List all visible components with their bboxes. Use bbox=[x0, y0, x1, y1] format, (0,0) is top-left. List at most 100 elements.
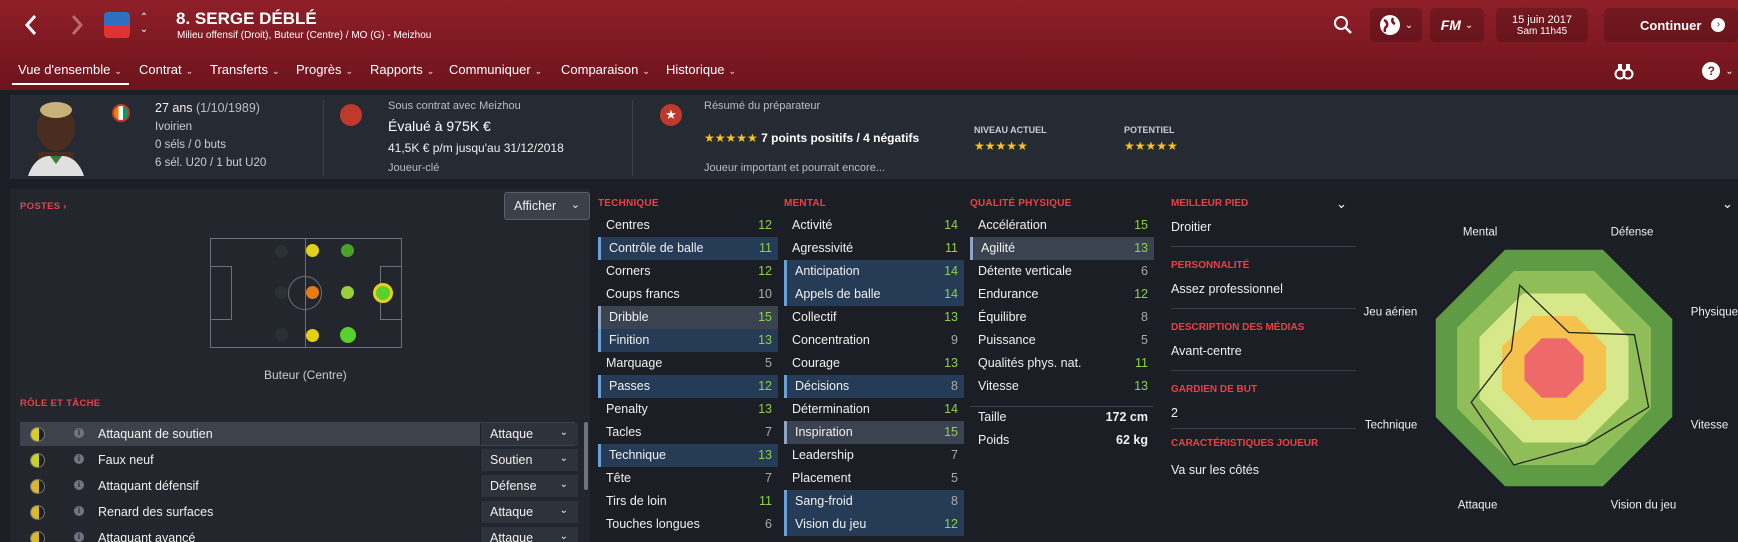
attribute-row[interactable]: Leadership 7 bbox=[784, 444, 964, 467]
radar-axis-label: Vitesse bbox=[1691, 420, 1729, 432]
role-row[interactable]: i Faux neuf Soutien ⌄ bbox=[20, 448, 578, 472]
attribute-row[interactable]: Activité 14 bbox=[784, 214, 964, 237]
info-icon[interactable]: i bbox=[74, 428, 84, 438]
tab-contract[interactable]: Contrat ⌄ bbox=[139, 62, 193, 77]
collapse-chevron-icon[interactable]: ⌄ bbox=[1336, 196, 1347, 212]
attribute-row[interactable]: Décisions 8 bbox=[784, 375, 964, 398]
attribute-row[interactable]: Finition 13 bbox=[598, 329, 778, 352]
duty-dropdown[interactable]: Soutien ⌄ bbox=[480, 449, 578, 471]
player-age: 27 ans (1/10/1989) bbox=[155, 101, 260, 115]
coach-report-icon: ★ bbox=[660, 104, 682, 126]
attribute-value: 13 bbox=[944, 356, 958, 370]
role-row[interactable]: i Attaquant avancé Attaque ⌄ bbox=[20, 526, 578, 542]
info-icon[interactable]: i bbox=[74, 506, 84, 516]
attribute-row[interactable]: Détente verticale 6 bbox=[970, 260, 1154, 283]
attribute-row[interactable]: Placement 5 bbox=[784, 467, 964, 490]
attribute-name: Placement bbox=[792, 471, 852, 485]
tab-overview[interactable]: Vue d'ensemble ⌄ bbox=[18, 62, 122, 77]
nationality-flag-icon bbox=[112, 104, 130, 122]
tab-history[interactable]: Historique ⌄ bbox=[666, 62, 736, 77]
attribute-row[interactable]: Agressivité 11 bbox=[784, 237, 964, 260]
attribute-row[interactable]: Coups francs 10 bbox=[598, 283, 778, 306]
attribute-row[interactable]: Accélération 15 bbox=[970, 214, 1154, 237]
tab-progress[interactable]: Progrès ⌄ bbox=[296, 62, 353, 77]
help-button[interactable]: ? ⌄ bbox=[1698, 58, 1738, 84]
attribute-value: 10 bbox=[758, 287, 772, 301]
role-row[interactable]: i Attaquant de soutien Attaque ⌄ bbox=[20, 422, 578, 446]
attribute-name: Concentration bbox=[792, 333, 870, 347]
search-button[interactable] bbox=[1330, 12, 1356, 38]
attribute-row[interactable]: Inspiration 15 bbox=[784, 421, 964, 444]
forward-button[interactable] bbox=[62, 10, 92, 40]
attribute-name: Technique bbox=[609, 448, 666, 462]
attribute-row[interactable]: Concentration 9 bbox=[784, 329, 964, 352]
attribute-row[interactable]: Qualités phys. nat. 11 bbox=[970, 352, 1154, 375]
attribute-value: 9 bbox=[951, 333, 958, 347]
attribute-name: Touches longues bbox=[606, 517, 700, 531]
show-dropdown[interactable]: Afficher ⌄ bbox=[504, 192, 590, 220]
attribute-value: 8 bbox=[1141, 310, 1148, 324]
duty-dropdown[interactable]: Attaque ⌄ bbox=[480, 423, 578, 445]
back-button[interactable] bbox=[16, 10, 46, 40]
attribute-value: 13 bbox=[1134, 241, 1148, 255]
coach-summary[interactable]: Joueur important et pourrait encore... bbox=[704, 162, 885, 174]
world-menu-button[interactable]: ⌄ bbox=[1370, 8, 1422, 42]
attribute-row[interactable]: Détermination 14 bbox=[784, 398, 964, 421]
attribute-row[interactable]: Tête 7 bbox=[598, 467, 778, 490]
position-marker-st-left bbox=[341, 244, 354, 257]
player-traits-value: Va sur les côtés bbox=[1171, 463, 1260, 477]
attribute-row[interactable]: Technique 13 bbox=[598, 444, 778, 467]
fm-menu-button[interactable]: FM ⌄ bbox=[1430, 8, 1484, 42]
attribute-row[interactable]: Passes 12 bbox=[598, 375, 778, 398]
attribute-name: Collectif bbox=[792, 310, 837, 324]
attribute-row[interactable]: Puissance 5 bbox=[970, 329, 1154, 352]
attribute-row[interactable]: Endurance 12 bbox=[970, 283, 1154, 306]
duty-dropdown[interactable]: Défense ⌄ bbox=[480, 475, 578, 497]
attribute-name: Finition bbox=[609, 333, 650, 347]
attribute-row[interactable]: Contrôle de balle 11 bbox=[598, 237, 778, 260]
tab-transfers[interactable]: Transferts ⌄ bbox=[210, 62, 280, 77]
duty-dropdown[interactable]: Attaque ⌄ bbox=[480, 527, 578, 542]
attribute-row[interactable]: Penalty 13 bbox=[598, 398, 778, 421]
divider bbox=[632, 100, 633, 176]
role-row[interactable]: i Renard des surfaces Attaque ⌄ bbox=[20, 500, 578, 524]
info-icon[interactable]: i bbox=[74, 532, 84, 542]
attribute-row[interactable]: Touches longues 6 bbox=[598, 513, 778, 536]
weight-row: Poids 62 kg bbox=[978, 433, 1148, 447]
up-down-arrows-icon[interactable]: ⌃ ⌄ bbox=[138, 12, 150, 40]
tab-reports[interactable]: Rapports ⌄ bbox=[370, 62, 434, 77]
attribute-row[interactable]: Vitesse 13 bbox=[970, 375, 1154, 398]
attribute-row[interactable]: Collectif 13 bbox=[784, 306, 964, 329]
role-row[interactable]: i Attaquant défensif Défense ⌄ bbox=[20, 474, 578, 498]
scout-button[interactable] bbox=[1610, 58, 1638, 84]
positions-title[interactable]: POSTES › bbox=[20, 201, 67, 212]
info-icon[interactable]: i bbox=[74, 454, 84, 464]
attribute-name: Accélération bbox=[978, 218, 1047, 232]
attribute-row[interactable]: Courage 13 bbox=[784, 352, 964, 375]
attribute-row[interactable]: Tacles 7 bbox=[598, 421, 778, 444]
attribute-row[interactable]: Tirs de loin 11 bbox=[598, 490, 778, 513]
roles-scrollbar[interactable] bbox=[584, 422, 588, 490]
attribute-row[interactable]: Dribble 15 bbox=[598, 306, 778, 329]
attribute-row[interactable]: Équilibre 8 bbox=[970, 306, 1154, 329]
attribute-row[interactable]: Sang-froid 8 bbox=[784, 490, 964, 513]
attribute-value: 12 bbox=[1134, 287, 1148, 301]
radar-axis-label: Mental bbox=[1463, 226, 1498, 238]
attribute-row[interactable]: Marquage 5 bbox=[598, 352, 778, 375]
attribute-radar-chart: Défense Physique Vitesse Vision du jeu Attaq… bbox=[1364, 226, 1738, 511]
attribute-row[interactable]: Vision du jeu 12 bbox=[784, 513, 964, 536]
info-icon[interactable]: i bbox=[74, 480, 84, 490]
attribute-name: Agressivité bbox=[792, 241, 854, 255]
attribute-row[interactable]: Anticipation 14 bbox=[784, 260, 964, 283]
attribute-row[interactable]: Agilité 13 bbox=[970, 237, 1154, 260]
tab-communicate[interactable]: Communiquer ⌄ bbox=[449, 62, 542, 77]
attribute-row[interactable]: Corners 12 bbox=[598, 260, 778, 283]
active-tab-indicator bbox=[12, 83, 129, 85]
date-display[interactable]: 15 juin 2017 Sam 11h45 bbox=[1496, 8, 1588, 42]
continue-button[interactable]: Continuer › bbox=[1604, 8, 1738, 42]
tab-comparison[interactable]: Comparaison ⌄ bbox=[561, 62, 650, 77]
duty-dropdown[interactable]: Attaque ⌄ bbox=[480, 501, 578, 523]
attribute-value: 11 bbox=[759, 494, 772, 508]
attribute-row[interactable]: Centres 12 bbox=[598, 214, 778, 237]
attribute-row[interactable]: Appels de balle 14 bbox=[784, 283, 964, 306]
